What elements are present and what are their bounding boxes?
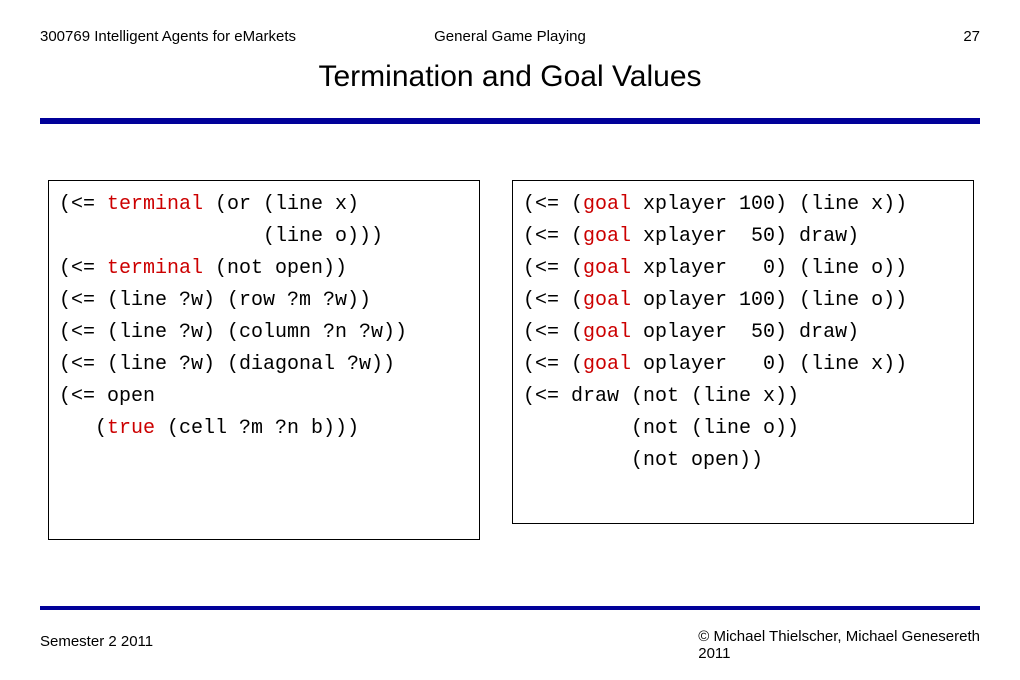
header-center: General Game Playing: [0, 28, 1020, 45]
copyright-line1: © Michael Thielscher, Michael Genesereth: [698, 628, 980, 645]
footer-right: © Michael Thielscher, Michael Genesereth…: [698, 628, 980, 663]
footer-left: Semester 2 2011: [40, 633, 153, 650]
slide: 300769 Intelligent Agents for eMarkets G…: [0, 0, 1020, 680]
page-number: 27: [963, 28, 980, 45]
code-block-goal: (<= (goal xplayer 100) (line x))(<= (goa…: [512, 180, 974, 524]
code-block-terminal: (<= terminal (or (line x) (line o)))(<= …: [48, 180, 480, 540]
slide-title: Termination and Goal Values: [0, 60, 1020, 94]
horizontal-rule-top: [40, 118, 980, 124]
copyright-line2: 2011: [698, 645, 730, 662]
horizontal-rule-bottom: [40, 606, 980, 610]
